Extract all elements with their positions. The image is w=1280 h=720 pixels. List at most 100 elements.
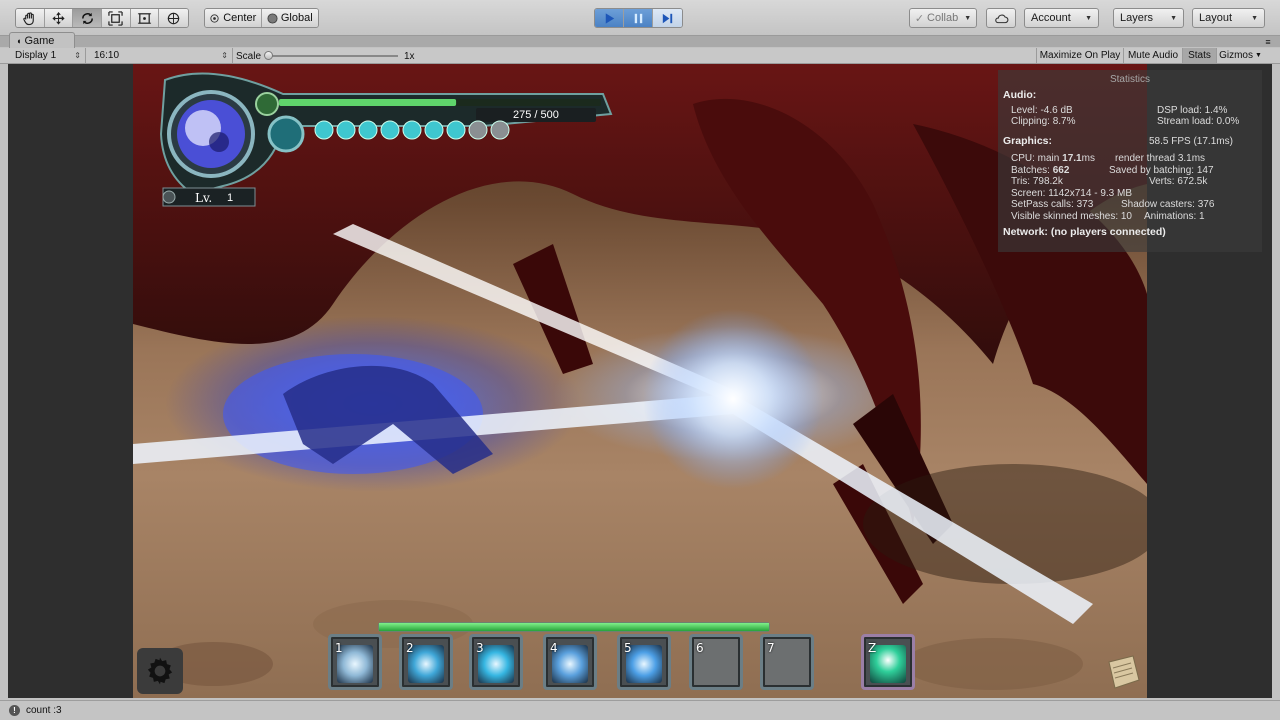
chevron-down-icon: ▼ xyxy=(964,14,972,22)
move-tool-button[interactable] xyxy=(44,9,74,27)
charge-orb xyxy=(490,120,510,140)
charge-orb xyxy=(314,120,334,140)
network-status: Network: (no players connected) xyxy=(1003,226,1166,238)
batches: Batches: 662 xyxy=(1011,165,1109,177)
scroll-icon xyxy=(1108,655,1140,689)
skill-slot-6[interactable]: 6 xyxy=(689,634,743,690)
status-bar: ! count :3 xyxy=(0,700,1280,720)
check-icon: ✓ xyxy=(914,12,925,25)
layout-dropdown[interactable]: Layout ▼ xyxy=(1192,8,1265,28)
render-thread: render thread 3.1ms xyxy=(1115,153,1206,164)
scale-slider-track[interactable] xyxy=(268,55,398,57)
updown-icon: ⇕ xyxy=(221,51,228,60)
stats-row: SetPass calls: 373 Shadow casters: 376 xyxy=(1003,199,1257,211)
scale-slider-handle[interactable] xyxy=(264,51,273,60)
aspect-dropdown[interactable]: 16:10 ⇕ xyxy=(88,48,233,63)
stats-row: Visible skinned meshes: 10 Animations: 1 xyxy=(1003,211,1257,223)
account-dropdown[interactable]: Account ▼ xyxy=(1024,8,1099,28)
transform-icon xyxy=(167,12,180,24)
charge-orbs xyxy=(314,120,510,140)
batches-value: 662 xyxy=(1052,164,1070,176)
unity-editor-window: Center Global ✓ Collab ▼ Account ▼ Layer… xyxy=(0,0,1280,720)
game-view-toolbar: Display 1 ⇕ 16:10 ⇕ Scale 1x Maximize On… xyxy=(0,48,1280,64)
hp-text: 275 / 500 xyxy=(513,109,559,121)
status-text[interactable]: count :3 xyxy=(26,705,62,716)
level-orb xyxy=(255,92,279,116)
skill-slot-4[interactable]: 4 xyxy=(543,634,597,690)
screen-info: Screen: 1142x714 - 9.3 MB xyxy=(1011,187,1132,199)
setpass-calls: SetPass calls: 373 xyxy=(1011,199,1094,210)
right-border xyxy=(1272,64,1280,698)
skill-slot-number: 7 xyxy=(767,641,775,655)
step-button[interactable] xyxy=(653,9,682,27)
stats-row: Tris: 798.2k Verts: 672.5k xyxy=(1003,176,1257,188)
charge-orb xyxy=(468,120,488,140)
rect-tool-button[interactable] xyxy=(130,9,160,27)
impact-flash xyxy=(643,309,823,489)
skill-slot-special[interactable]: Z xyxy=(861,634,915,690)
display-dropdown[interactable]: Display 1 ⇕ xyxy=(9,48,86,63)
chevron-down-icon: ▼ xyxy=(1254,52,1262,59)
pause-button[interactable] xyxy=(624,9,653,27)
scale-tool-button[interactable] xyxy=(102,9,131,27)
charge-orb xyxy=(358,120,378,140)
map-scroll-button[interactable] xyxy=(1103,654,1143,690)
verts: Verts: 672.5k xyxy=(1149,176,1208,187)
gizmos-dropdown[interactable]: Gizmos ▼ xyxy=(1216,48,1264,63)
mute-audio-toggle[interactable]: Mute Audio xyxy=(1123,48,1182,63)
pivot-global-label: Global xyxy=(280,12,313,24)
hp-bar-fill xyxy=(279,99,457,106)
layout-label: Layout xyxy=(1199,12,1233,24)
layers-dropdown[interactable]: Layers ▼ xyxy=(1113,8,1184,28)
transform-tool-button[interactable] xyxy=(159,9,188,27)
step-icon xyxy=(662,13,673,23)
game-scene[interactable]: 275 / 500 Lv. 1 xyxy=(133,64,1147,698)
fps: 58.5 FPS (17.1ms) xyxy=(1149,135,1233,147)
tab-game-label: Game xyxy=(24,34,55,47)
skill-slot-1[interactable]: 1 xyxy=(328,634,382,690)
audio-heading: Audio: xyxy=(1003,89,1037,101)
skill-xp-fill xyxy=(379,623,769,631)
chevron-down-icon: ▼ xyxy=(1170,14,1177,22)
stats-toggle[interactable]: Stats xyxy=(1182,48,1216,63)
skill-slot-3[interactable]: 3 xyxy=(469,634,523,690)
skill-slot-number: 3 xyxy=(476,641,484,655)
charge-orb xyxy=(446,120,466,140)
charge-orb xyxy=(336,120,356,140)
mana-orb xyxy=(267,115,305,153)
account-label: Account xyxy=(1031,12,1071,24)
pivot-center-button[interactable]: Center xyxy=(205,9,262,27)
tab-menu-icon[interactable]: ≡ xyxy=(1262,37,1274,47)
skill-slot-2[interactable]: 2 xyxy=(399,634,453,690)
stats-row: Graphics: 58.5 FPS (17.1ms) xyxy=(1003,135,1257,148)
scale-label: Scale xyxy=(236,51,262,62)
collab-label: Collab xyxy=(927,12,959,24)
hand-tool-button[interactable] xyxy=(16,9,45,27)
tab-game[interactable]: ◖ Game xyxy=(9,32,75,48)
audio-level: Level: -4.6 dB xyxy=(1011,104,1073,116)
maximize-on-play-toggle[interactable]: Maximize On Play xyxy=(1036,48,1123,63)
globe-icon xyxy=(267,12,278,24)
cloud-button[interactable] xyxy=(986,8,1016,28)
statistics-panel: Statistics Audio: Level: -4.6 dB DSP load… xyxy=(998,70,1262,252)
collab-dropdown[interactable]: ✓ Collab ▼ xyxy=(909,8,977,28)
play-button[interactable] xyxy=(595,9,624,27)
charge-orb xyxy=(424,120,444,140)
pause-icon xyxy=(634,13,642,23)
pivot-global-button[interactable]: Global xyxy=(261,9,318,27)
animations: Animations: 1 xyxy=(1144,210,1205,222)
statistics-title: Statistics xyxy=(1109,74,1150,85)
skill-slot-5[interactable]: 5 xyxy=(617,634,671,690)
maximize-on-play-label: Maximize On Play xyxy=(1039,50,1121,61)
settings-button[interactable] xyxy=(137,648,183,694)
skill-slot-7[interactable]: 7 xyxy=(760,634,814,690)
level-plate-gem xyxy=(162,190,176,204)
rotate-tool-button[interactable] xyxy=(73,9,103,27)
layers-label: Layers xyxy=(1120,12,1154,24)
gear-icon xyxy=(147,657,173,685)
level-label: Lv. xyxy=(195,191,213,205)
skill-xp-track xyxy=(378,622,770,632)
scale-icon xyxy=(108,10,124,26)
stats-row: Level: -4.6 dB DSP load: 1.4% xyxy=(1003,105,1257,117)
chevron-down-icon: ▼ xyxy=(1085,14,1092,22)
